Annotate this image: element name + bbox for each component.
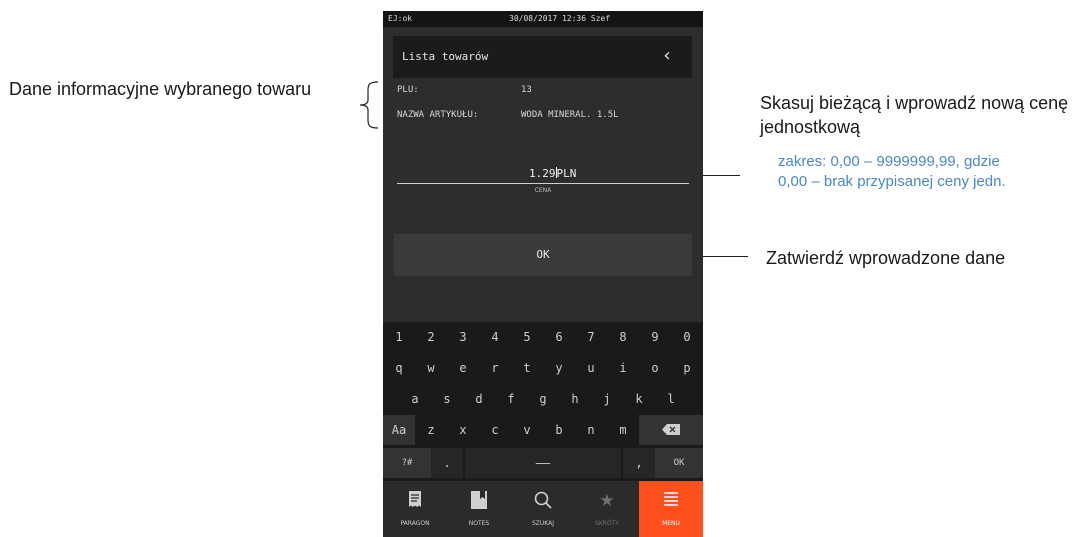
key-p[interactable]: p xyxy=(671,353,703,383)
key-y[interactable]: y xyxy=(543,353,575,383)
annotation-confirm: Zatwierdź wprowadzone dane xyxy=(766,248,1006,268)
price-input[interactable]: 1.29PLN xyxy=(529,167,576,180)
receipt-icon xyxy=(383,491,447,511)
nav-paragon-label: PARAGON xyxy=(400,520,430,527)
plu-label: PLU: xyxy=(397,85,419,95)
annotation-price-note: 0,00 – brak przypisanej ceny jedn. xyxy=(778,173,1006,190)
nav-shortcuts[interactable]: ★ SKRÓTY xyxy=(575,481,639,537)
key-shift[interactable]: Aa xyxy=(383,415,415,445)
backspace-icon[interactable] xyxy=(639,415,703,445)
status-datetime-user: 30/08/2017 12:36 Szef xyxy=(509,14,611,23)
key-f[interactable]: f xyxy=(495,384,527,414)
key-i[interactable]: i xyxy=(607,353,639,383)
key-u[interactable]: u xyxy=(575,353,607,383)
search-icon xyxy=(511,491,575,511)
notes-icon xyxy=(447,491,511,511)
key-w[interactable]: w xyxy=(415,353,447,383)
key-g[interactable]: g xyxy=(527,384,559,414)
nav-shortcuts-label: SKRÓTY xyxy=(595,520,619,527)
nav-paragon[interactable]: PARAGON xyxy=(383,481,447,537)
key-r[interactable]: r xyxy=(479,353,511,383)
key-l[interactable]: l xyxy=(655,384,687,414)
key-4[interactable]: 4 xyxy=(479,322,511,352)
bottom-nav: PARAGON NOTES SZUKAJ ★ SKRÓTY MENU xyxy=(383,481,703,537)
keyboard-row-bottom: ?# . —— , OK xyxy=(383,448,703,478)
key-ok[interactable]: OK xyxy=(655,448,703,478)
keyboard-row-digits: 1 2 3 4 5 6 7 8 9 0 xyxy=(383,322,703,352)
key-7[interactable]: 7 xyxy=(575,322,607,352)
key-5[interactable]: 5 xyxy=(511,322,543,352)
key-j[interactable]: j xyxy=(591,384,623,414)
status-bar: EJ:ok 30/08/2017 12:36 Szef xyxy=(383,11,703,27)
key-0[interactable]: 0 xyxy=(671,322,703,352)
header-bar: Lista towarów ‹ xyxy=(393,36,692,78)
annotation-price-range: zakres: 0,00 – 9999999,99, gdzie xyxy=(778,153,1000,170)
keyboard-row-asdf: a s d f g h j k l xyxy=(383,384,703,414)
key-z[interactable]: z xyxy=(415,415,447,445)
key-b[interactable]: b xyxy=(543,415,575,445)
menu-icon xyxy=(639,491,703,511)
key-3[interactable]: 3 xyxy=(447,322,479,352)
curly-brace-icon xyxy=(359,81,379,129)
key-h[interactable]: h xyxy=(559,384,591,414)
price-caption: CENA xyxy=(534,187,552,194)
key-o[interactable]: o xyxy=(639,353,671,383)
key-e[interactable]: e xyxy=(447,353,479,383)
key-6[interactable]: 6 xyxy=(543,322,575,352)
key-8[interactable]: 8 xyxy=(607,322,639,352)
key-v[interactable]: v xyxy=(511,415,543,445)
key-c[interactable]: c xyxy=(479,415,511,445)
key-n[interactable]: n xyxy=(575,415,607,445)
status-ej: EJ:ok xyxy=(388,14,413,23)
device-screen: EJ:ok 30/08/2017 12:36 Szef Lista towaró… xyxy=(383,11,703,537)
key-2[interactable]: 2 xyxy=(415,322,447,352)
key-comma[interactable]: , xyxy=(623,448,655,478)
star-icon: ★ xyxy=(599,491,615,511)
annotation-price-title-text: Skasuj bieżącą i wprowadź nową cenę jedn… xyxy=(760,93,1069,137)
nav-notes[interactable]: NOTES xyxy=(447,481,511,537)
keyboard-row-zxcv: Aa z x c v b n m xyxy=(383,415,703,445)
keyboard-row-qwerty: q w e r t y u i o p xyxy=(383,353,703,383)
key-d[interactable]: d xyxy=(463,384,495,414)
chevron-left-icon[interactable]: ‹ xyxy=(652,36,682,78)
annotation-product-info-text: Dane informacyjne wybranego towaru xyxy=(9,79,312,99)
plu-value: 13 xyxy=(521,85,532,95)
nav-menu-label: MENU xyxy=(662,520,680,527)
nav-search-label: SZUKAJ xyxy=(531,520,554,527)
on-screen-keyboard: 1 2 3 4 5 6 7 8 9 0 q w e r t y u i o p … xyxy=(383,322,703,481)
key-dot[interactable]: . xyxy=(431,448,463,478)
key-space[interactable]: —— xyxy=(465,448,621,478)
ok-button[interactable]: OK xyxy=(394,234,692,276)
key-m[interactable]: m xyxy=(607,415,639,445)
item-name-label: NAZWA ARTYKUŁU: xyxy=(397,110,479,120)
price-currency: PLN xyxy=(556,167,577,180)
nav-search[interactable]: SZUKAJ xyxy=(511,481,575,537)
key-q[interactable]: q xyxy=(383,353,415,383)
price-input-underline xyxy=(397,183,689,184)
nav-menu[interactable]: MENU xyxy=(639,481,703,537)
key-9[interactable]: 9 xyxy=(639,322,671,352)
price-value: 1.29 xyxy=(529,167,556,180)
annotation-price-title: Skasuj bieżącą i wprowadź nową cenę jedn… xyxy=(760,91,1078,139)
key-x[interactable]: x xyxy=(447,415,479,445)
key-k[interactable]: k xyxy=(623,384,655,414)
key-symbols[interactable]: ?# xyxy=(383,448,431,478)
item-name-value: WODA MINERAL. 1.5L xyxy=(521,110,619,120)
key-s[interactable]: s xyxy=(431,384,463,414)
key-a[interactable]: a xyxy=(399,384,431,414)
nav-notes-label: NOTES xyxy=(468,520,490,527)
key-1[interactable]: 1 xyxy=(383,322,415,352)
page-title: Lista towarów xyxy=(402,50,489,63)
key-t[interactable]: t xyxy=(511,353,543,383)
annotation-product-info: Dane informacyjne wybranego towaru xyxy=(9,77,329,101)
